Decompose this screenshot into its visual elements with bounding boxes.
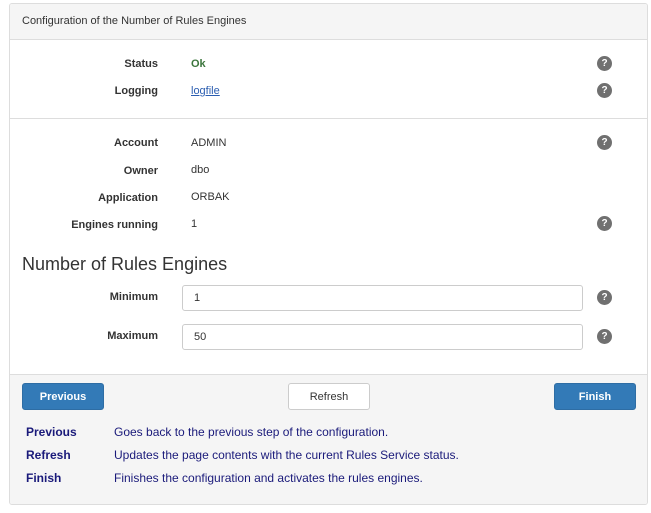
status-help-icon[interactable]: ?: [597, 56, 612, 71]
finish-button[interactable]: Finish: [554, 383, 636, 410]
finish-desc-text: Finishes the configuration and activates…: [114, 471, 423, 485]
refresh-button[interactable]: Refresh: [288, 383, 370, 410]
refresh-desc-key: Refresh: [26, 448, 71, 462]
status-label: Status: [124, 58, 158, 70]
previous-desc-key: Previous: [26, 425, 77, 439]
account-label: Account: [114, 137, 158, 149]
section-divider: [10, 118, 647, 119]
panel-title: Configuration of the Number of Rules Eng…: [22, 15, 247, 27]
maximum-input[interactable]: [182, 324, 583, 350]
owner-value: dbo: [191, 164, 210, 176]
owner-label: Owner: [123, 165, 158, 177]
account-help-icon[interactable]: ?: [597, 135, 612, 150]
engines-running-help-icon[interactable]: ?: [597, 216, 612, 231]
engines-running-label: Engines running: [71, 219, 158, 231]
finish-desc-key: Finish: [26, 471, 62, 485]
panel-heading: Configuration of the Number of Rules Eng…: [10, 4, 647, 40]
config-panel: Configuration of the Number of Rules Eng…: [9, 3, 648, 505]
previous-desc-text: Goes back to the previous step of the co…: [114, 425, 389, 439]
logfile-link[interactable]: logfile: [191, 85, 220, 97]
minimum-label: Minimum: [109, 291, 158, 303]
engines-running-value: 1: [191, 218, 198, 230]
minimum-input[interactable]: [182, 285, 583, 311]
minimum-help-icon[interactable]: ?: [597, 290, 612, 305]
maximum-help-icon[interactable]: ?: [597, 329, 612, 344]
status-value: Ok: [191, 58, 206, 70]
section-title: Number of Rules Engines: [22, 254, 228, 274]
panel-footer: Previous Refresh Finish Previous Goes ba…: [10, 374, 647, 504]
previous-button[interactable]: Previous: [22, 383, 104, 410]
refresh-desc-text: Updates the page contents with the curre…: [114, 448, 459, 462]
application-label: Application: [98, 192, 158, 204]
logging-help-icon[interactable]: ?: [597, 83, 612, 98]
account-value: ADMIN: [191, 137, 227, 149]
maximum-label: Maximum: [107, 330, 158, 342]
logging-label: Logging: [114, 85, 158, 97]
application-value: ORBAK: [191, 191, 230, 203]
